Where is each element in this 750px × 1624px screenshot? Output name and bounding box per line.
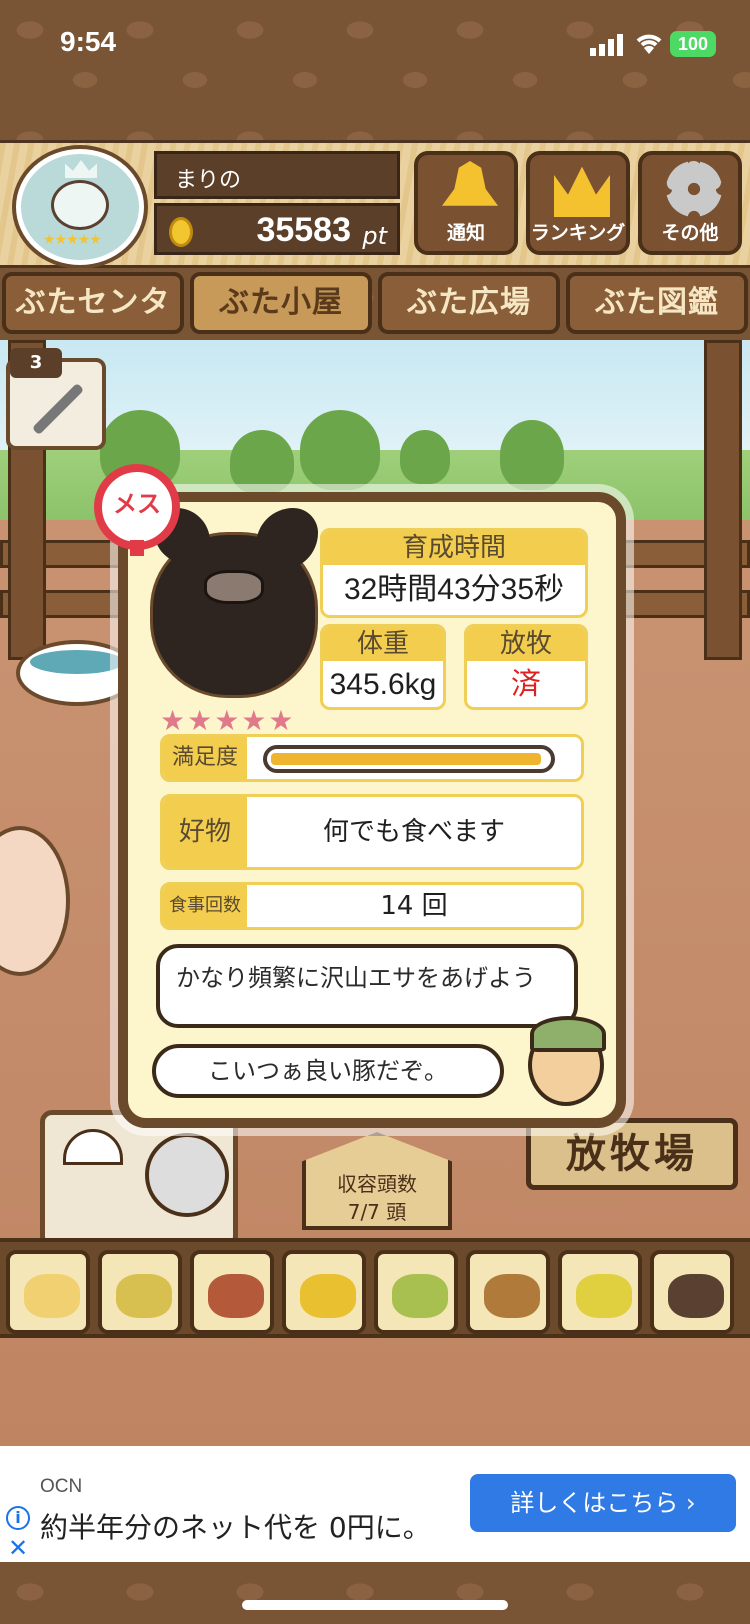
grain-feed-icon bbox=[24, 1274, 80, 1318]
gear-icon bbox=[666, 161, 722, 217]
crown-icon bbox=[554, 166, 610, 217]
meals-label: 食事回数 bbox=[163, 885, 247, 927]
feed-slot-4[interactable] bbox=[282, 1250, 366, 1334]
home-indicator[interactable] bbox=[242, 1600, 508, 1610]
info-icon[interactable]: i bbox=[6, 1506, 30, 1530]
ranking-label: ランキング bbox=[530, 222, 626, 244]
ad-cta-button[interactable]: 詳しくはこちら › bbox=[470, 1474, 736, 1532]
weight-box: 体重 345.6kg bbox=[320, 624, 446, 710]
grazing-label: 放牧 bbox=[467, 627, 585, 661]
grazing-box: 放牧 済 bbox=[464, 624, 588, 710]
female-symbol-stem bbox=[130, 540, 144, 556]
corn-icon bbox=[300, 1274, 356, 1318]
tab-buta-center[interactable]: ぶたセンター bbox=[2, 272, 184, 374]
rating-stars: ★★★★★ bbox=[160, 704, 296, 737]
points-display: 35583 pt bbox=[154, 203, 400, 255]
meals-value: 14 回 bbox=[380, 891, 448, 921]
wifi-icon bbox=[636, 34, 662, 54]
soybean-icon bbox=[392, 1274, 448, 1318]
barn-post bbox=[704, 340, 742, 660]
growth-time-value: 32時間43分35秒 bbox=[343, 573, 565, 606]
feed-slot-6[interactable] bbox=[466, 1250, 550, 1334]
other-button[interactable]: その他 bbox=[638, 151, 742, 255]
close-icon[interactable]: ✕ bbox=[8, 1536, 28, 1560]
climate-control-machine[interactable] bbox=[40, 1110, 238, 1248]
main-tabs: ぶたセンター ぶた小屋 ぶた広場 ぶた図鑑 bbox=[0, 268, 750, 374]
farmer-cap bbox=[530, 1016, 606, 1052]
tree-icon bbox=[230, 430, 294, 494]
tree-icon bbox=[300, 410, 380, 490]
points-unit: pt bbox=[362, 222, 387, 250]
bottom-area bbox=[0, 1562, 750, 1624]
bell-icon bbox=[442, 161, 498, 206]
tab-buta-zukan[interactable]: ぶた図鑑 bbox=[566, 272, 748, 334]
medicine-button[interactable]: 3 bbox=[6, 348, 106, 450]
satisfaction-bar bbox=[263, 745, 555, 773]
advice-bubble: かなり頻繁に沢山エサをあげよう bbox=[156, 944, 578, 1028]
capacity-value: 7/7 頭 bbox=[347, 1200, 407, 1224]
capacity-sign: 収容頭数 7/7 頭 bbox=[302, 1132, 452, 1230]
status-bar: 9:54 100 bbox=[0, 0, 750, 140]
meal-count-row: 食事回数 14 回 bbox=[160, 882, 584, 930]
battery-indicator: 100 bbox=[670, 31, 716, 57]
premium-feed-icon bbox=[668, 1274, 724, 1318]
sweet-potato-icon bbox=[208, 1274, 264, 1318]
mixed-grain-feed-icon bbox=[116, 1274, 172, 1318]
black-pig[interactable] bbox=[150, 508, 318, 702]
feed-slot-3[interactable] bbox=[190, 1250, 274, 1334]
ad-banner[interactable]: OCN i ✕ 約半年分のネット代を 0円に。 詳しくはこちら › bbox=[0, 1446, 750, 1562]
feed-slot-5[interactable] bbox=[374, 1250, 458, 1334]
syringe-icon bbox=[31, 382, 85, 436]
farmer-icon bbox=[528, 1016, 606, 1106]
satisfaction-row: 満足度 bbox=[160, 734, 584, 782]
feed-slot-1[interactable] bbox=[6, 1250, 90, 1334]
feed-slot-7[interactable] bbox=[558, 1250, 642, 1334]
other-label: その他 bbox=[661, 222, 719, 244]
ad-brand: OCN bbox=[40, 1476, 83, 1497]
favorite-label: 好物 bbox=[163, 797, 247, 867]
favorite-value: 何でも食べます bbox=[322, 817, 505, 847]
player-header: ★★★★★ まりの 35583 pt 通知 ランキング その他 bbox=[0, 140, 750, 268]
acorn-icon bbox=[484, 1274, 540, 1318]
growth-time-label: 育成時間 bbox=[323, 531, 585, 565]
pig-icon[interactable] bbox=[0, 826, 70, 976]
notification-button[interactable]: 通知 bbox=[414, 151, 518, 255]
avatar-pig-face-icon bbox=[51, 180, 109, 230]
scale-gauge-icon bbox=[63, 1129, 123, 1165]
player-avatar[interactable]: ★★★★★ bbox=[16, 149, 144, 265]
feed-slot-2[interactable] bbox=[98, 1250, 182, 1334]
medicine-count: 3 bbox=[10, 348, 62, 378]
pig-ear bbox=[256, 508, 318, 570]
capacity-label: 収容頭数 bbox=[337, 1172, 417, 1196]
weight-value: 345.6kg bbox=[329, 668, 437, 701]
grazing-status: 済 bbox=[511, 668, 541, 701]
points-value: 35583 bbox=[256, 211, 351, 249]
favorite-food-row: 好物 何でも食べます bbox=[160, 794, 584, 870]
ad-text: 約半年分のネット代を 0円に。 bbox=[40, 1511, 431, 1544]
fan-icon bbox=[145, 1133, 229, 1217]
satisfaction-bar-fill bbox=[271, 753, 541, 765]
tree-icon bbox=[500, 420, 564, 490]
avatar-crown-icon bbox=[65, 160, 97, 178]
farmer-speech-bubble: こいつぁ良い豚だぞ。 bbox=[152, 1044, 504, 1098]
coin-icon bbox=[169, 217, 193, 247]
ranking-button[interactable]: ランキング bbox=[526, 151, 630, 255]
female-badge: メス bbox=[94, 464, 180, 550]
satisfaction-label: 満足度 bbox=[163, 737, 247, 779]
notification-label: 通知 bbox=[446, 222, 485, 244]
growth-time-box: 育成時間 32時間43分35秒 bbox=[320, 528, 588, 618]
cellular-signal-icon bbox=[590, 34, 623, 56]
grain-bowl-icon bbox=[576, 1274, 632, 1318]
feed-bar bbox=[0, 1238, 750, 1338]
tab-buta-koya[interactable]: ぶた小屋 bbox=[190, 272, 372, 334]
pasture-sign[interactable]: 放牧場 bbox=[526, 1118, 738, 1190]
tree-icon bbox=[400, 430, 450, 484]
pig-snout-icon bbox=[204, 570, 264, 604]
tab-buta-hiroba[interactable]: ぶた広場 bbox=[378, 272, 560, 334]
feed-slot-8[interactable] bbox=[650, 1250, 734, 1334]
weight-label: 体重 bbox=[323, 627, 443, 661]
player-name: まりの bbox=[154, 151, 400, 199]
avatar-rank-stars: ★★★★★ bbox=[43, 232, 102, 248]
clock: 9:54 bbox=[60, 26, 117, 57]
